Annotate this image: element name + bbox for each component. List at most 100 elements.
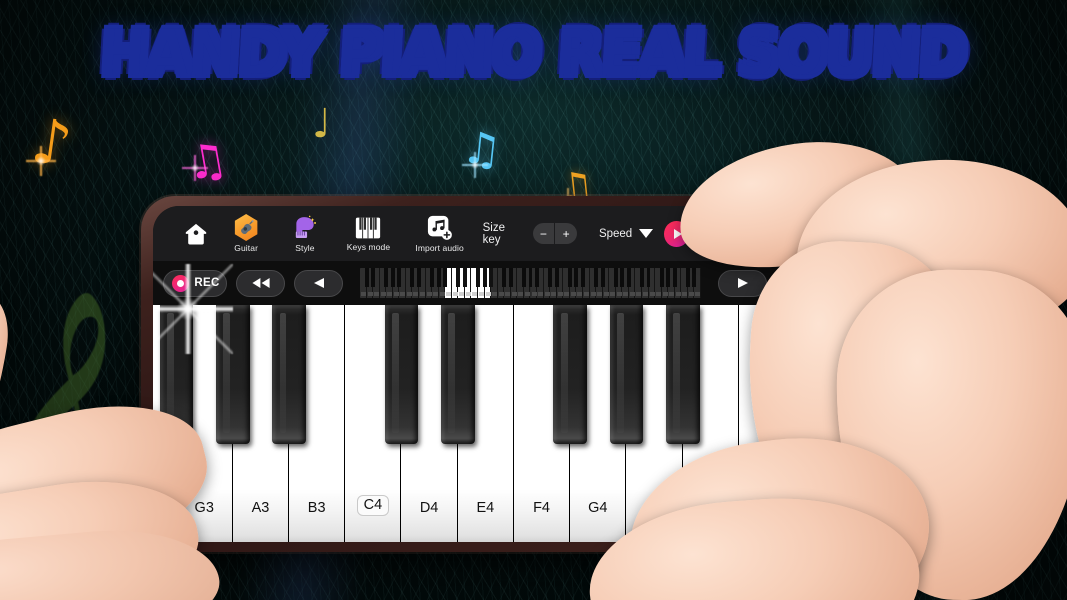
- black-key-asharp3[interactable]: [272, 305, 306, 444]
- overview-key-notch: [446, 292, 452, 296]
- overview-key-notch: [518, 292, 524, 296]
- overview-black-key: [410, 268, 415, 287]
- toolbar-play-button[interactable]: [664, 220, 689, 247]
- overview-black-key: [430, 268, 435, 287]
- toolbar-item-guitar[interactable]: Guitar: [217, 214, 276, 253]
- overview-key-notch: [374, 292, 380, 296]
- overview-key-notch: [387, 292, 393, 296]
- black-key-csharp4[interactable]: [384, 305, 419, 444]
- rewind-button[interactable]: [236, 269, 285, 297]
- overview-black-key: [574, 268, 579, 287]
- chevron-right-icon: ›: [799, 226, 804, 241]
- overview-black-key: [502, 268, 507, 287]
- size-key-plus-button[interactable]: +: [555, 223, 577, 244]
- overview-black-key: [666, 268, 671, 287]
- speed-control[interactable]: Speed: [599, 228, 654, 240]
- overview-key-notch: [642, 292, 648, 296]
- overview-black-key: [646, 268, 651, 287]
- grand-piano-icon: [291, 215, 319, 241]
- phone-screen: Guitar Style Keys mode Import audio Size…: [153, 206, 875, 542]
- black-key-fsharp4[interactable]: [553, 305, 588, 444]
- overview-key-notch: [616, 292, 622, 296]
- size-key-stepper: − +: [532, 223, 577, 244]
- play-button[interactable]: [718, 269, 767, 297]
- black-key-asharp4[interactable]: [665, 305, 700, 444]
- overview-black-key: [626, 268, 631, 287]
- black-key-gsharp4[interactable]: [609, 305, 644, 444]
- overview-black-key: [521, 268, 526, 287]
- home-icon: [185, 223, 207, 245]
- toolbar-item-import-audio[interactable]: Import audio: [403, 215, 477, 253]
- phone-device: Guitar Style Keys mode Import audio Size…: [141, 196, 887, 552]
- fast-forward-icon: [791, 278, 810, 288]
- overview-key-notch: [695, 292, 701, 296]
- play-icon: [737, 278, 748, 288]
- black-key-dsharp4[interactable]: [440, 305, 475, 444]
- overview-black-key: [685, 268, 690, 287]
- overview-key-notch: [688, 292, 694, 296]
- overview-key-notch: [485, 292, 491, 296]
- overview-black-key: [554, 268, 559, 287]
- white-key-label: B3: [307, 500, 326, 516]
- overview-key-notch: [551, 292, 557, 296]
- overview-black-key: [640, 268, 644, 287]
- chevron-down-icon: [639, 229, 654, 238]
- overview-key-notch: [564, 292, 570, 296]
- overview-key-notch: [623, 292, 629, 296]
- piano-keyboard: G3 A3 B3 C4 D4 E4 F4 G4 A4 B4 C5 D5 E: [153, 305, 875, 542]
- white-key-label: E: [858, 500, 868, 516]
- white-key-label: A3: [251, 500, 270, 516]
- white-key-label: F4: [533, 500, 550, 516]
- overview-black-key: [443, 268, 448, 287]
- previous-button[interactable]: [294, 269, 343, 297]
- overview-key-notch: [492, 292, 498, 296]
- white-key-label: C4: [356, 495, 390, 516]
- overview-black-key: [548, 268, 553, 287]
- black-key-dsharp5[interactable]: [834, 305, 869, 444]
- overview-key-notch: [610, 292, 616, 296]
- overview-key-notch: [675, 292, 681, 296]
- fast-forward-button[interactable]: [776, 269, 825, 297]
- overview-key-notch: [636, 292, 642, 296]
- white-key-label: D5: [813, 500, 832, 516]
- overview-key-notch: [538, 292, 544, 296]
- overview-black-key: [390, 268, 395, 287]
- overview-key-notch: [524, 292, 530, 296]
- overview-key-notch: [413, 292, 419, 296]
- size-key-control: Size key − +: [483, 222, 577, 246]
- overview-key-notch: [498, 292, 504, 296]
- keyboard-overview-strip[interactable]: [360, 268, 701, 298]
- white-key-label: D4: [419, 500, 439, 516]
- toolbar-item-style[interactable]: Style: [276, 215, 335, 253]
- white-key-label: B4: [701, 500, 720, 516]
- overview-key-notch: [406, 292, 412, 296]
- overview-black-key: [594, 268, 599, 287]
- overview-key-notch: [367, 292, 373, 296]
- overview-key-notch: [544, 292, 550, 296]
- overview-black-key: [508, 268, 513, 287]
- overview-key-notch: [511, 292, 517, 296]
- overview-key-notch: [420, 292, 426, 296]
- white-key-label: E4: [476, 500, 495, 516]
- toolbar-item-label: Import audio: [415, 242, 464, 253]
- overview-key-notch: [570, 292, 576, 296]
- toolbar-item-keys-mode[interactable]: Keys mode: [334, 216, 402, 252]
- overview-black-key: [535, 268, 539, 287]
- collapse-button[interactable]: [834, 268, 863, 298]
- overview-key-notch: [439, 292, 445, 296]
- overview-key-notch: [505, 292, 511, 296]
- sliders-icon[interactable]: [834, 221, 861, 247]
- black-key-csharp5[interactable]: [778, 305, 813, 444]
- size-key-minus-button[interactable]: −: [533, 223, 555, 244]
- song-name: Happy Birthday: [714, 219, 759, 248]
- overview-black-key: [364, 268, 369, 287]
- overview-black-key: [580, 268, 585, 287]
- home-button[interactable]: [175, 221, 217, 247]
- song-selector-button[interactable]: Happy Birthday ›: [699, 219, 819, 248]
- toolbar-item-label: Keys mode: [346, 241, 391, 252]
- overview-key-notch: [656, 292, 662, 296]
- overview-key-notch: [380, 292, 386, 296]
- overview-key-notch: [583, 292, 589, 296]
- overview-key-notch: [577, 292, 583, 296]
- previous-icon: [313, 278, 324, 288]
